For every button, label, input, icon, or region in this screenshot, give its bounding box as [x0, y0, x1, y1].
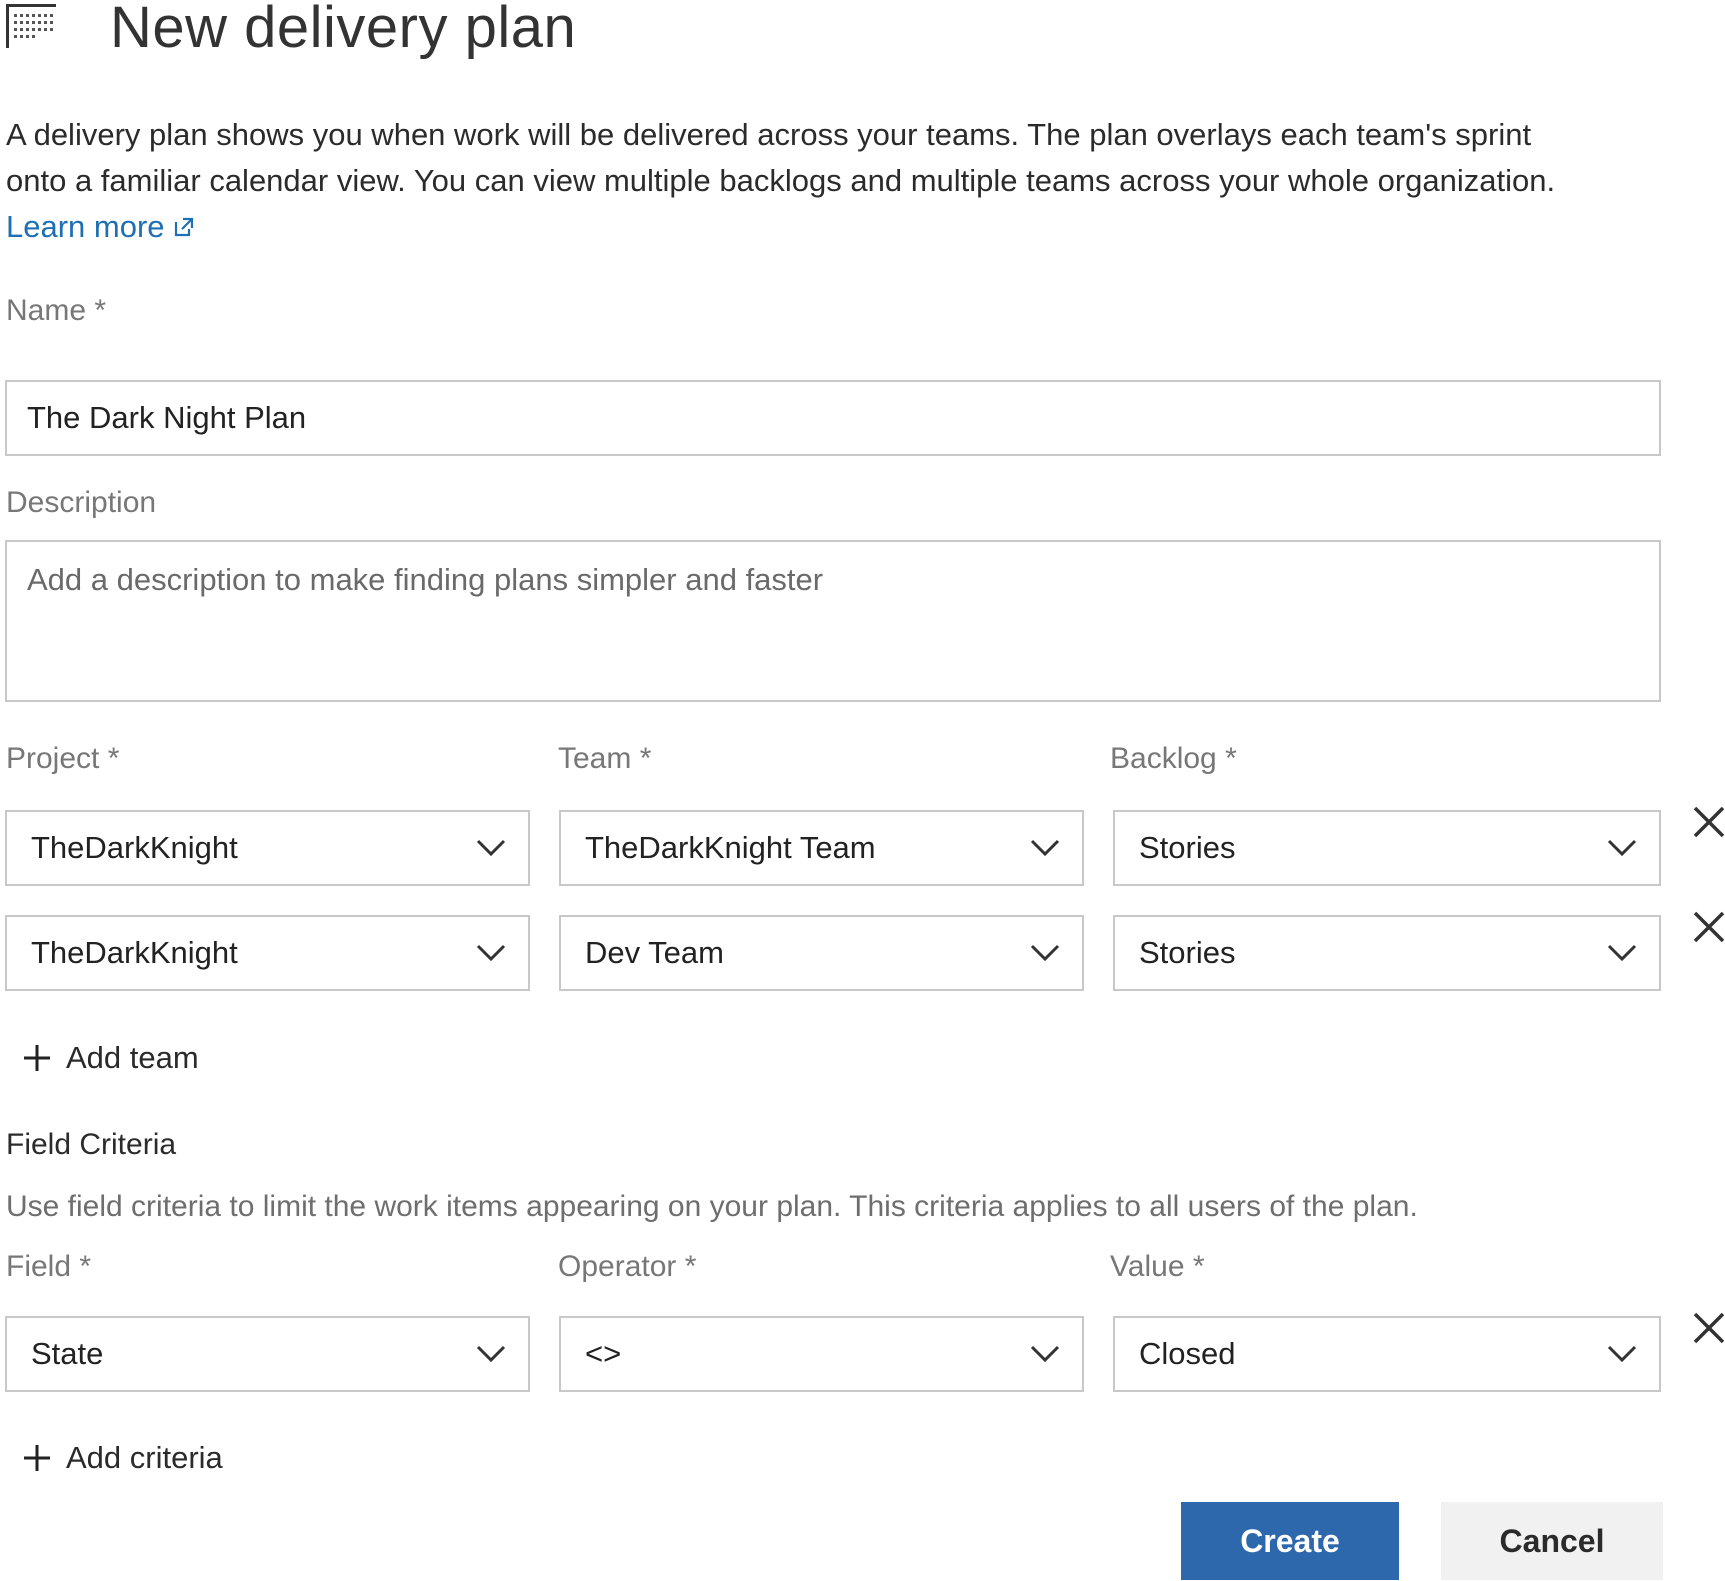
- remove-team-row-icon[interactable]: [1691, 804, 1725, 840]
- create-button[interactable]: Create: [1181, 1502, 1399, 1580]
- learn-more-link[interactable]: Learn more: [6, 204, 195, 250]
- intro-line-1: A delivery plan shows you when work will…: [6, 117, 1532, 152]
- project-dropdown[interactable]: TheDarkKnight: [5, 915, 530, 991]
- team-dropdown[interactable]: Dev Team: [559, 915, 1084, 991]
- cancel-button[interactable]: Cancel: [1441, 1502, 1663, 1580]
- add-team-button[interactable]: Add team: [22, 1040, 199, 1076]
- operator-label: Operator *: [558, 1250, 697, 1283]
- operator-dropdown[interactable]: <>: [559, 1316, 1084, 1392]
- project-value: TheDarkKnight: [31, 830, 238, 865]
- add-criteria-label: Add criteria: [66, 1440, 223, 1475]
- backlog-label: Backlog *: [1110, 742, 1237, 775]
- value-value: Closed: [1139, 1336, 1236, 1371]
- backlog-dropdown[interactable]: Stories: [1113, 810, 1661, 886]
- team-dropdown[interactable]: TheDarkKnight Team: [559, 810, 1084, 886]
- chevron-down-icon: [476, 1345, 506, 1363]
- intro-line-2: onto a familiar calendar view. You can v…: [6, 163, 1556, 198]
- page-title: New delivery plan: [110, 0, 577, 60]
- chevron-down-icon: [1607, 839, 1637, 857]
- plus-icon: [24, 1445, 50, 1471]
- remove-criteria-row-icon[interactable]: [1691, 1310, 1725, 1346]
- plus-icon: [24, 1045, 50, 1071]
- external-link-icon: [174, 217, 193, 237]
- field-criteria-title: Field Criteria: [6, 1128, 177, 1161]
- backlog-value: Stories: [1139, 830, 1236, 865]
- add-team-label: Add team: [66, 1040, 199, 1075]
- remove-team-row-icon[interactable]: [1691, 909, 1725, 945]
- team-label: Team *: [558, 742, 652, 775]
- team-value: Dev Team: [585, 935, 724, 970]
- description-label: Description: [6, 486, 157, 519]
- operator-value: <>: [585, 1336, 622, 1371]
- backlog-dropdown[interactable]: Stories: [1113, 915, 1661, 991]
- calendar-grid-icon: [4, 2, 62, 50]
- field-criteria-helper: Use field criteria to limit the work ite…: [6, 1190, 1418, 1223]
- chevron-down-icon: [1607, 1345, 1637, 1363]
- backlog-value: Stories: [1139, 935, 1236, 970]
- add-criteria-button[interactable]: Add criteria: [22, 1440, 223, 1476]
- chevron-down-icon: [1030, 839, 1060, 857]
- learn-more-label: Learn more: [6, 209, 165, 244]
- project-dropdown[interactable]: TheDarkKnight: [5, 810, 530, 886]
- description-input[interactable]: [5, 540, 1661, 702]
- project-value: TheDarkKnight: [31, 935, 238, 970]
- chevron-down-icon: [1030, 944, 1060, 962]
- name-input[interactable]: [5, 380, 1661, 456]
- chevron-down-icon: [1607, 944, 1637, 962]
- field-label: Field *: [6, 1250, 92, 1283]
- intro-text: A delivery plan shows you when work will…: [6, 112, 1706, 250]
- value-label: Value *: [1110, 1250, 1205, 1283]
- chevron-down-icon: [476, 839, 506, 857]
- name-label: Name *: [6, 294, 107, 327]
- chevron-down-icon: [1030, 1345, 1060, 1363]
- project-label: Project *: [6, 742, 120, 775]
- team-value: TheDarkKnight Team: [585, 830, 876, 865]
- field-dropdown[interactable]: State: [5, 1316, 530, 1392]
- value-dropdown[interactable]: Closed: [1113, 1316, 1661, 1392]
- chevron-down-icon: [476, 944, 506, 962]
- field-value: State: [31, 1336, 104, 1371]
